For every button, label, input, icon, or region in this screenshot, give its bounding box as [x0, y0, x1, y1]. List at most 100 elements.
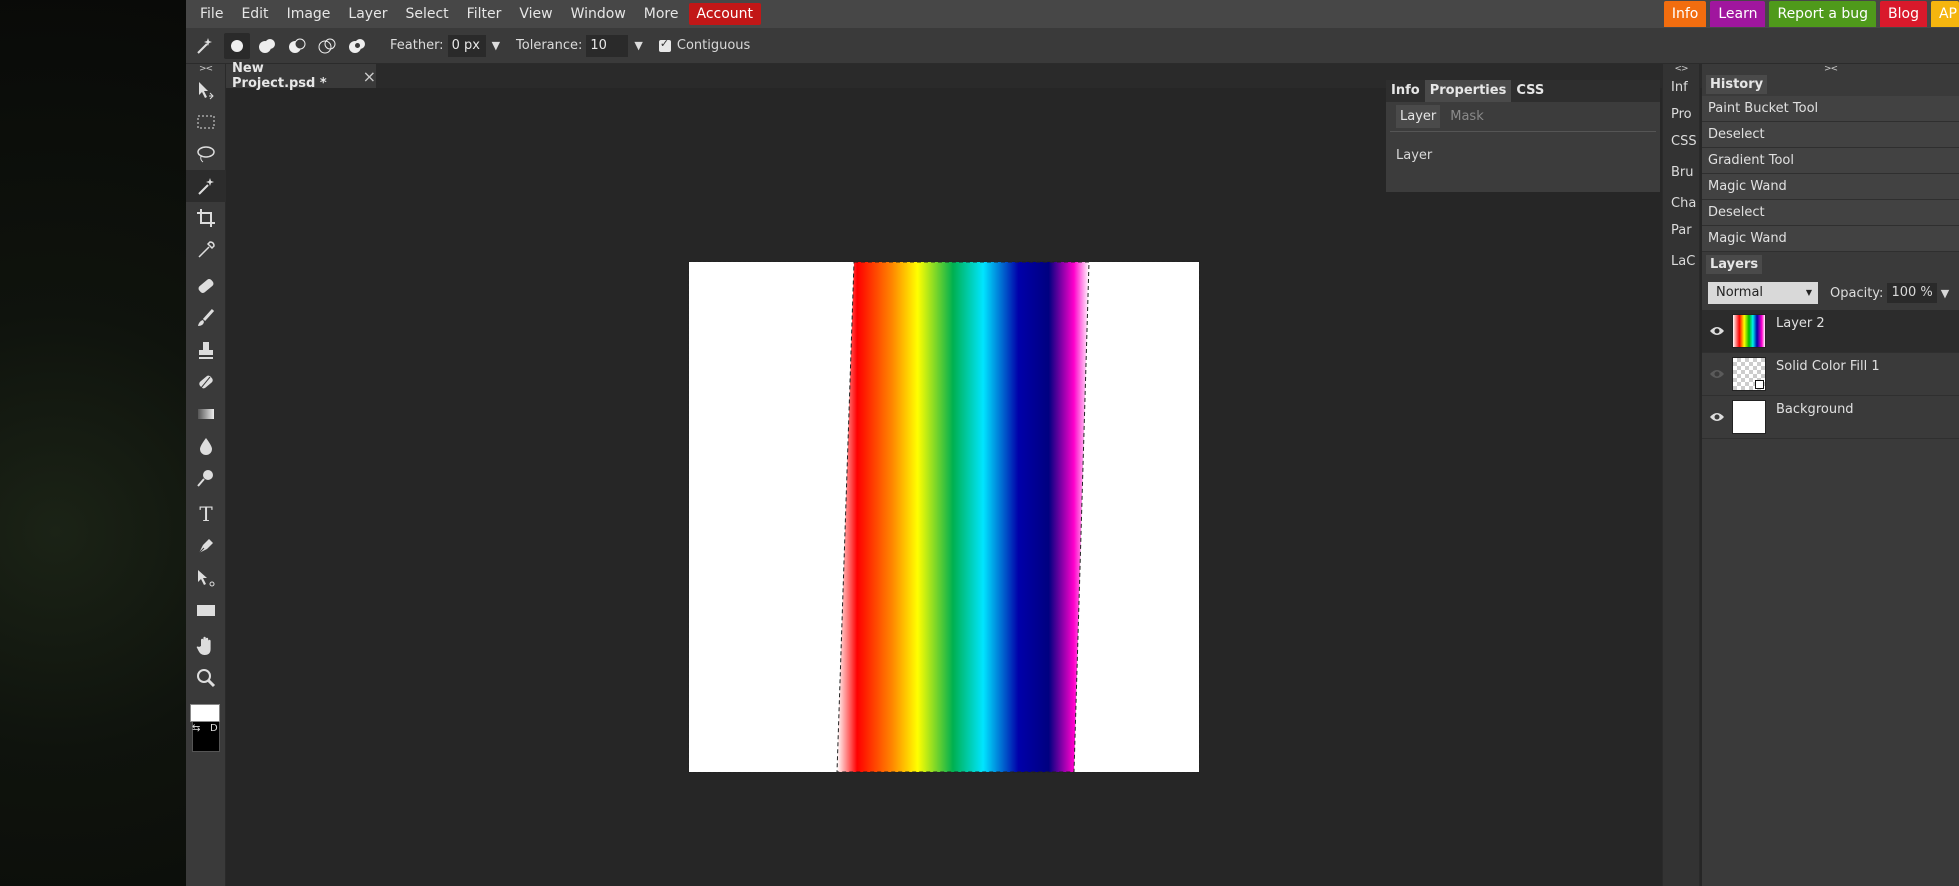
- eyedropper-tool[interactable]: [186, 234, 226, 266]
- color-swatches[interactable]: ⇆ D: [186, 702, 226, 758]
- tab-css[interactable]: CSS: [1511, 80, 1549, 102]
- foreground-color-swatch[interactable]: [190, 704, 220, 722]
- close-document-icon[interactable]: ×: [363, 67, 376, 86]
- zoom-tool[interactable]: [186, 662, 226, 694]
- menu-more[interactable]: More: [636, 3, 687, 25]
- magic-wand-icon: [198, 178, 214, 195]
- info-link[interactable]: Info: [1663, 1, 1707, 27]
- properties-body-label: Layer: [1396, 148, 1433, 163]
- menu-layer[interactable]: Layer: [340, 3, 395, 25]
- pen-tool[interactable]: [186, 530, 226, 562]
- subtab-layer[interactable]: Layer: [1396, 105, 1441, 128]
- clone-stamp-tool[interactable]: [186, 334, 226, 366]
- account-button[interactable]: Account: [688, 3, 762, 25]
- contiguous-checkbox[interactable]: [658, 37, 671, 52]
- history-item[interactable]: Paint Bucket Tool: [1702, 96, 1959, 122]
- layers-list: Layer 2 Solid Color Fill 1 Background: [1702, 310, 1959, 439]
- top-right-links: Info Learn Report a bug Blog AP: [1660, 0, 1959, 28]
- layer-name: Background: [1776, 402, 1854, 417]
- healing-brush-icon: [198, 279, 214, 293]
- subtab-mask[interactable]: Mask: [1446, 105, 1487, 128]
- mini-panel-brush[interactable]: Bru: [1663, 159, 1699, 186]
- tab-properties[interactable]: Properties: [1424, 80, 1512, 102]
- layers-title[interactable]: Layers: [1706, 255, 1763, 274]
- gradient-icon: [198, 409, 214, 419]
- selection-new-button[interactable]: [224, 32, 250, 59]
- tolerance-input[interactable]: 10: [586, 34, 629, 57]
- history-item[interactable]: Magic Wand: [1702, 174, 1959, 200]
- menu-view[interactable]: View: [511, 3, 560, 25]
- toolbar-collapse-toggle[interactable]: ><: [186, 64, 225, 74]
- menu-file[interactable]: File: [192, 3, 231, 25]
- document-tab[interactable]: New Project.psd * ×: [226, 61, 376, 91]
- mini-panel-info[interactable]: Inf: [1663, 74, 1699, 101]
- visibility-eye-icon[interactable]: [1702, 314, 1732, 348]
- dodge-tool[interactable]: [186, 462, 226, 494]
- default-colors-icon[interactable]: D: [210, 723, 218, 734]
- layer-controls: Normal Opacity: 100 % ▼: [1702, 276, 1959, 310]
- marquee-tool[interactable]: [186, 106, 226, 138]
- mini-panel-character[interactable]: Cha: [1663, 190, 1699, 217]
- learn-link[interactable]: Learn: [1710, 1, 1766, 27]
- path-select-tool[interactable]: [186, 562, 226, 594]
- mini-panel-properties[interactable]: Pro: [1663, 101, 1699, 128]
- swap-colors-icon[interactable]: ⇆: [192, 723, 200, 734]
- history-item[interactable]: Deselect: [1702, 200, 1959, 226]
- blog-link[interactable]: Blog: [1880, 1, 1927, 27]
- menu-image[interactable]: Image: [279, 3, 339, 25]
- opacity-dropdown-icon[interactable]: ▼: [1941, 287, 1949, 300]
- layer-row[interactable]: Background: [1702, 396, 1959, 439]
- api-link[interactable]: AP: [1930, 1, 1959, 27]
- move-tool[interactable]: [186, 74, 226, 106]
- selection-intersect-button[interactable]: [314, 33, 340, 59]
- stamp-icon: [199, 342, 213, 359]
- history-item[interactable]: Deselect: [1702, 122, 1959, 148]
- history-title[interactable]: History: [1706, 75, 1768, 94]
- shape-tool[interactable]: [186, 594, 226, 626]
- selection-xor-button[interactable]: [344, 33, 370, 59]
- rainbow-gradient-layer: [836, 262, 1090, 772]
- blend-mode-select[interactable]: Normal: [1708, 282, 1818, 304]
- menu-bar: File Edit Image Layer Select Filter View…: [186, 0, 1959, 28]
- menu-select[interactable]: Select: [397, 3, 456, 25]
- fill-layer-badge-icon: [1755, 380, 1764, 389]
- eraser-tool[interactable]: [186, 366, 226, 398]
- healing-tool[interactable]: [186, 270, 226, 302]
- side-column-collapse-toggle[interactable]: <>: [1663, 64, 1699, 74]
- layer-name: Layer 2: [1776, 316, 1825, 331]
- hand-tool[interactable]: [186, 630, 226, 662]
- feather-input[interactable]: 0 px: [447, 34, 486, 57]
- menu-filter[interactable]: Filter: [459, 3, 510, 25]
- lasso-tool[interactable]: [186, 138, 226, 170]
- zoom-icon: [197, 669, 216, 688]
- menu-edit[interactable]: Edit: [233, 3, 276, 25]
- collapsed-panels-column: <> Inf Pro CSS Bru Cha Par LaC: [1662, 64, 1700, 886]
- layer-row[interactable]: Layer 2: [1702, 310, 1959, 353]
- history-item[interactable]: Gradient Tool: [1702, 148, 1959, 174]
- feather-dropdown-icon[interactable]: ▼: [492, 39, 500, 52]
- gradient-tool[interactable]: [186, 398, 226, 430]
- mini-panel-css[interactable]: CSS: [1663, 128, 1699, 155]
- type-tool[interactable]: T: [186, 498, 226, 530]
- visibility-eye-icon[interactable]: [1702, 400, 1732, 434]
- opacity-input[interactable]: 100 %: [1887, 283, 1937, 303]
- crop-tool[interactable]: [186, 202, 226, 234]
- menu-window[interactable]: Window: [563, 3, 634, 25]
- history-item[interactable]: Magic Wand: [1702, 226, 1959, 252]
- right-panel-collapse-toggle[interactable]: ><: [1702, 64, 1959, 74]
- selection-subtract-button[interactable]: [284, 33, 310, 59]
- mini-panel-paragraph[interactable]: Par: [1663, 217, 1699, 244]
- selection-add-button[interactable]: [254, 33, 280, 59]
- document-canvas[interactable]: [688, 261, 1200, 773]
- blur-tool[interactable]: [186, 430, 226, 462]
- brush-tool[interactable]: [186, 302, 226, 334]
- layer-row[interactable]: Solid Color Fill 1: [1702, 353, 1959, 396]
- tolerance-dropdown-icon[interactable]: ▼: [634, 39, 642, 52]
- dodge-icon: [197, 470, 213, 487]
- visibility-eye-icon[interactable]: [1702, 357, 1732, 391]
- mini-panel-layer-comps[interactable]: LaC: [1663, 248, 1699, 275]
- report-bug-link[interactable]: Report a bug: [1769, 1, 1877, 27]
- magic-wand-tool[interactable]: [186, 170, 226, 202]
- feather-label: Feather:: [390, 38, 444, 53]
- tab-info[interactable]: Info: [1386, 80, 1425, 102]
